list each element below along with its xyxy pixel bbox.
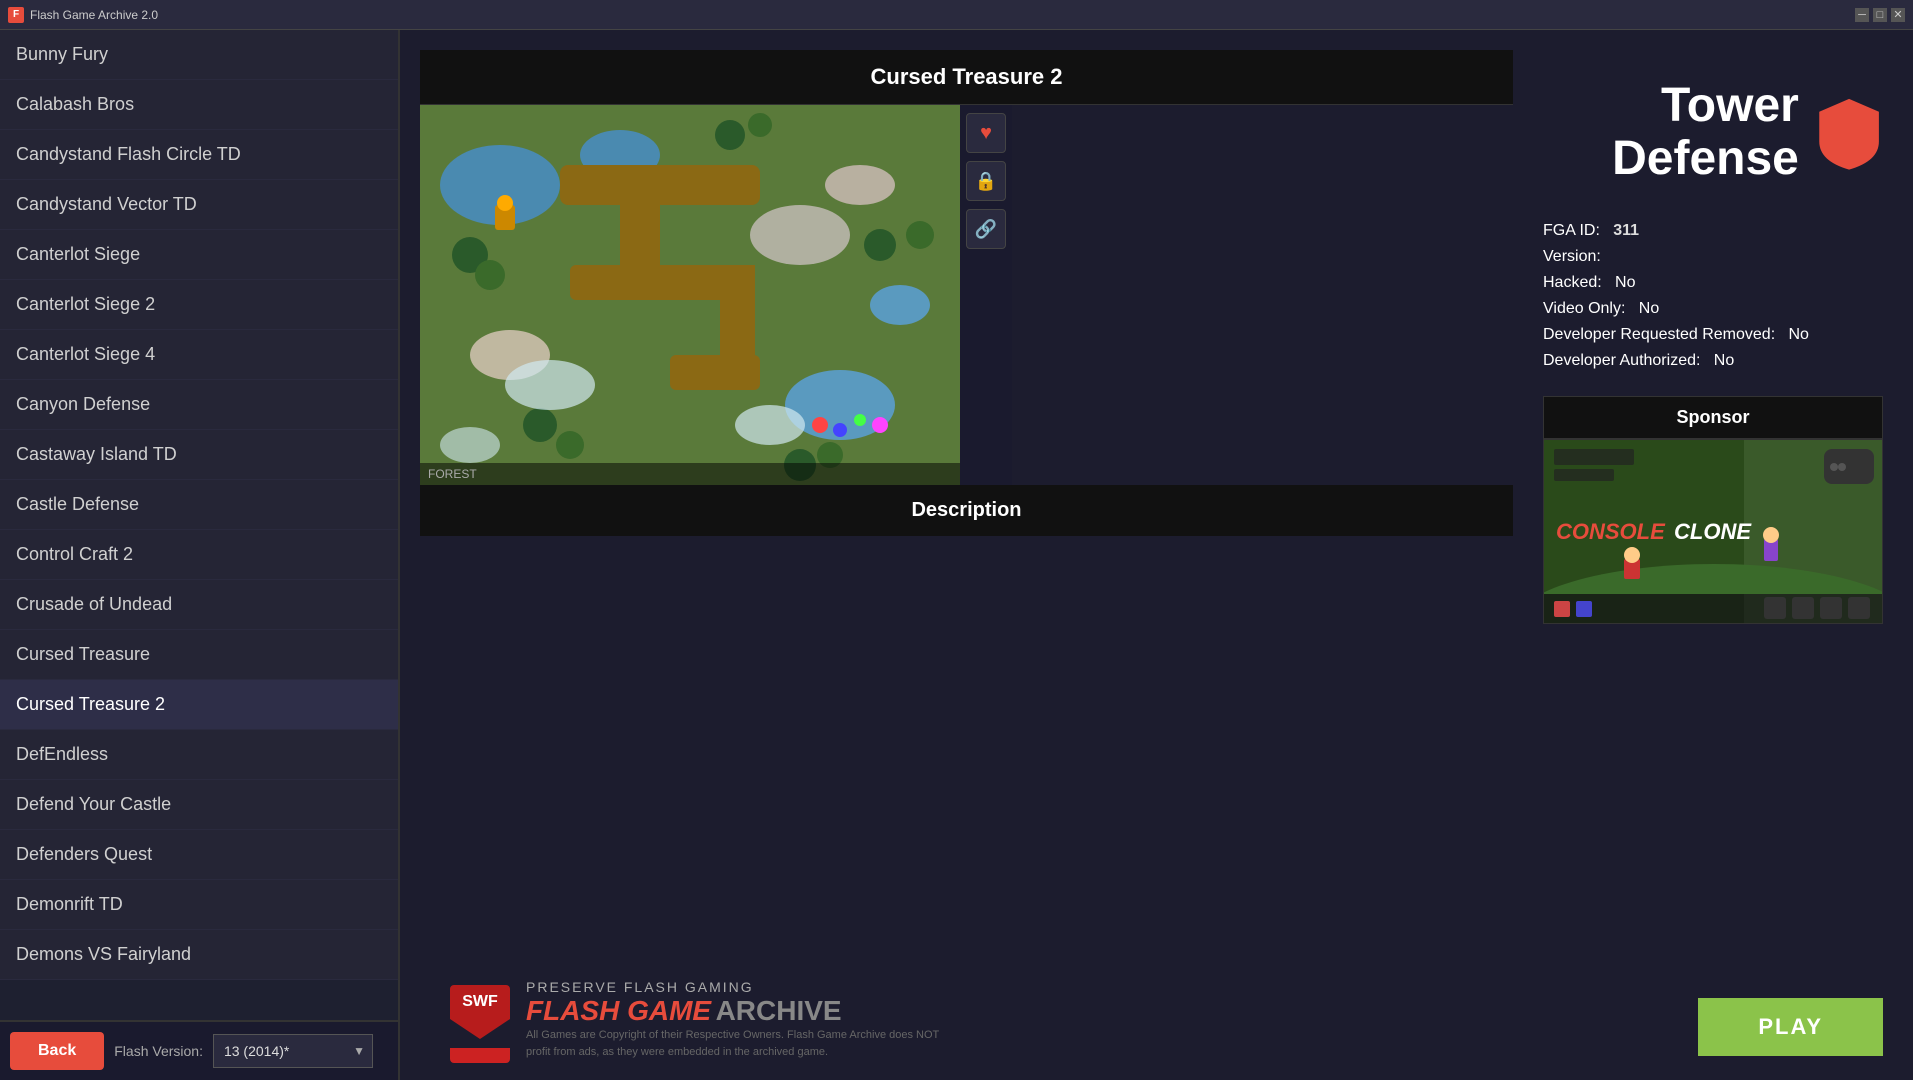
sidebar-item-demons-vs-fairyland[interactable]: Demons VS Fairyland — [0, 930, 398, 980]
play-button[interactable]: PLAY — [1698, 998, 1883, 1056]
fga-id-label: FGA ID: — [1543, 222, 1600, 239]
hacked-label: Hacked: — [1543, 274, 1602, 291]
sidebar-item-cursed-treasure-2[interactable]: Cursed Treasure 2 — [0, 680, 398, 730]
brand-line: FLASH GAME ARCHIVE — [526, 995, 946, 1027]
title-bar-controls[interactable]: ─ □ ✕ — [1855, 8, 1905, 22]
flash-logo: SWF PRESERVE FLASH GAMING FLASH GAME ARC… — [440, 979, 956, 1060]
sponsor-image-svg: CONSOLE CLONE — [1544, 439, 1882, 624]
bottom-section: SWF PRESERVE FLASH GAMING FLASH GAME ARC… — [420, 979, 1893, 1060]
app-icon: F — [8, 7, 24, 23]
back-button[interactable]: Back — [10, 1032, 104, 1070]
tower-defense-header: Tower Defense — [1533, 60, 1893, 206]
sidebar-item-demonrift-td[interactable]: Demonrift TD — [0, 880, 398, 930]
brand-gray: ARCHIVE — [716, 995, 842, 1026]
sidebar-item-calabash-bros[interactable]: Calabash Bros — [0, 80, 398, 130]
fga-id-row: FGA ID: 311 — [1543, 222, 1883, 240]
sidebar-list[interactable]: Bunny FuryCalabash BrosCandystand Flash … — [0, 30, 398, 1020]
description-text — [420, 536, 1513, 596]
sponsor-label: Sponsor — [1543, 396, 1883, 439]
flash-version-label: Flash Version: — [114, 1043, 203, 1059]
video-only-label: Video Only: — [1543, 300, 1625, 317]
dev-authorized-row: Developer Authorized: No — [1543, 352, 1883, 370]
sponsor-image: CONSOLE CLONE — [1543, 439, 1883, 624]
sidebar-item-defenders-quest[interactable]: Defenders Quest — [0, 830, 398, 880]
title-bar-left: F Flash Game Archive 2.0 — [8, 7, 158, 23]
sidebar-item-candystand-vector-td[interactable]: Candystand Vector TD — [0, 180, 398, 230]
game-map-svg — [420, 105, 960, 485]
version-label: Version: — [1543, 248, 1601, 265]
swf-badge-container: SWF — [450, 985, 510, 1055]
description-label: Description — [420, 485, 1513, 536]
shield-icon — [1815, 88, 1883, 178]
lock-icon: 🔒 — [975, 171, 997, 192]
sidebar-item-bunny-fury[interactable]: Bunny Fury — [0, 30, 398, 80]
dev-removed-row: Developer Requested Removed: No — [1543, 326, 1883, 344]
swf-badge: SWF — [450, 985, 510, 1019]
svg-text:CLONE: CLONE — [1674, 519, 1752, 544]
sidebar: Bunny FuryCalabash BrosCandystand Flash … — [0, 30, 400, 1080]
sidebar-item-canyon-defense[interactable]: Canyon Defense — [0, 380, 398, 430]
app-title: Flash Game Archive 2.0 — [30, 8, 158, 22]
sidebar-item-canterlot-siege-2[interactable]: Canterlot Siege 2 — [0, 280, 398, 330]
game-panel: Cursed Treasure 2 — [420, 50, 1893, 634]
game-title: Cursed Treasure 2 — [420, 50, 1513, 105]
sidebar-item-castaway-island-td[interactable]: Castaway Island TD — [0, 430, 398, 480]
sidebar-item-candystand-flash-circle-td[interactable]: Candystand Flash Circle TD — [0, 130, 398, 180]
lock-button[interactable]: 🔒 — [966, 161, 1006, 201]
main-layout: Bunny FuryCalabash BrosCandystand Flash … — [0, 30, 1913, 1080]
sidebar-bottom: Back Flash Version: 13 (2014)* ▼ — [0, 1020, 398, 1080]
sidebar-item-cursed-treasure[interactable]: Cursed Treasure — [0, 630, 398, 680]
heart-icon: ♥ — [980, 122, 992, 145]
sidebar-item-crusade-of-undead[interactable]: Crusade of Undead — [0, 580, 398, 630]
sidebar-item-defend-your-castle[interactable]: Defend Your Castle — [0, 780, 398, 830]
title-bar: F Flash Game Archive 2.0 ─ □ ✕ — [0, 0, 1913, 30]
favorite-button[interactable]: ♥ — [966, 113, 1006, 153]
video-only-row: Video Only: No — [1543, 300, 1883, 318]
dev-authorized-label: Developer Authorized: — [1543, 352, 1700, 369]
fga-id-value: 311 — [1613, 222, 1639, 239]
right-panel: Tower Defense FGA ID: 311 Version: — [1533, 50, 1893, 634]
svg-text:CONSOLE: CONSOLE — [1556, 519, 1666, 544]
dev-removed-value: No — [1788, 326, 1808, 343]
sidebar-item-canterlot-siege[interactable]: Canterlot Siege — [0, 230, 398, 280]
video-only-value: No — [1639, 300, 1659, 317]
close-button[interactable]: ✕ — [1891, 8, 1905, 22]
game-left-panel: Cursed Treasure 2 — [420, 50, 1513, 634]
dev-removed-label: Developer Requested Removed: — [1543, 326, 1775, 343]
version-row: Version: — [1543, 248, 1883, 266]
game-screenshot: FOREST — [420, 105, 960, 485]
swf-badge-arrow — [450, 1019, 510, 1039]
sponsor-section: Sponsor — [1533, 386, 1893, 634]
sidebar-item-castle-defense[interactable]: Castle Defense — [0, 480, 398, 530]
link-icon: 🔗 — [975, 219, 997, 240]
sidebar-item-control-craft-2[interactable]: Control Craft 2 — [0, 530, 398, 580]
dev-authorized-value: No — [1714, 352, 1734, 369]
content-area: Cursed Treasure 2 — [400, 30, 1913, 1080]
category-title: Tower Defense — [1543, 80, 1799, 186]
copyright-text: All Games are Copyright of their Respect… — [526, 1027, 946, 1060]
swf-badge-bottom — [450, 1048, 510, 1063]
minimize-button[interactable]: ─ — [1855, 8, 1869, 22]
game-sidebar-buttons: ♥ 🔒 🔗 — [960, 105, 1012, 485]
flash-logo-text: PRESERVE FLASH GAMING FLASH GAME ARCHIVE… — [526, 979, 946, 1060]
maximize-button[interactable]: □ — [1873, 8, 1887, 22]
link-button[interactable]: 🔗 — [966, 209, 1006, 249]
flash-version-select[interactable]: 13 (2014)* — [213, 1034, 373, 1068]
brand-red: FLASH GAME — [526, 995, 711, 1026]
hacked-row: Hacked: No — [1543, 274, 1883, 292]
game-map-label: FOREST — [420, 463, 960, 485]
sidebar-item-def-endless[interactable]: DefEndless — [0, 730, 398, 780]
preserve-text: PRESERVE FLASH GAMING — [526, 979, 946, 995]
sidebar-item-canterlot-siege-4[interactable]: Canterlot Siege 4 — [0, 330, 398, 380]
flash-version-wrapper[interactable]: 13 (2014)* ▼ — [213, 1034, 373, 1068]
meta-info: FGA ID: 311 Version: Hacked: No Video On… — [1533, 206, 1893, 386]
game-image-row: FOREST ♥ 🔒 🔗 — [420, 105, 1513, 485]
hacked-value: No — [1615, 274, 1635, 291]
